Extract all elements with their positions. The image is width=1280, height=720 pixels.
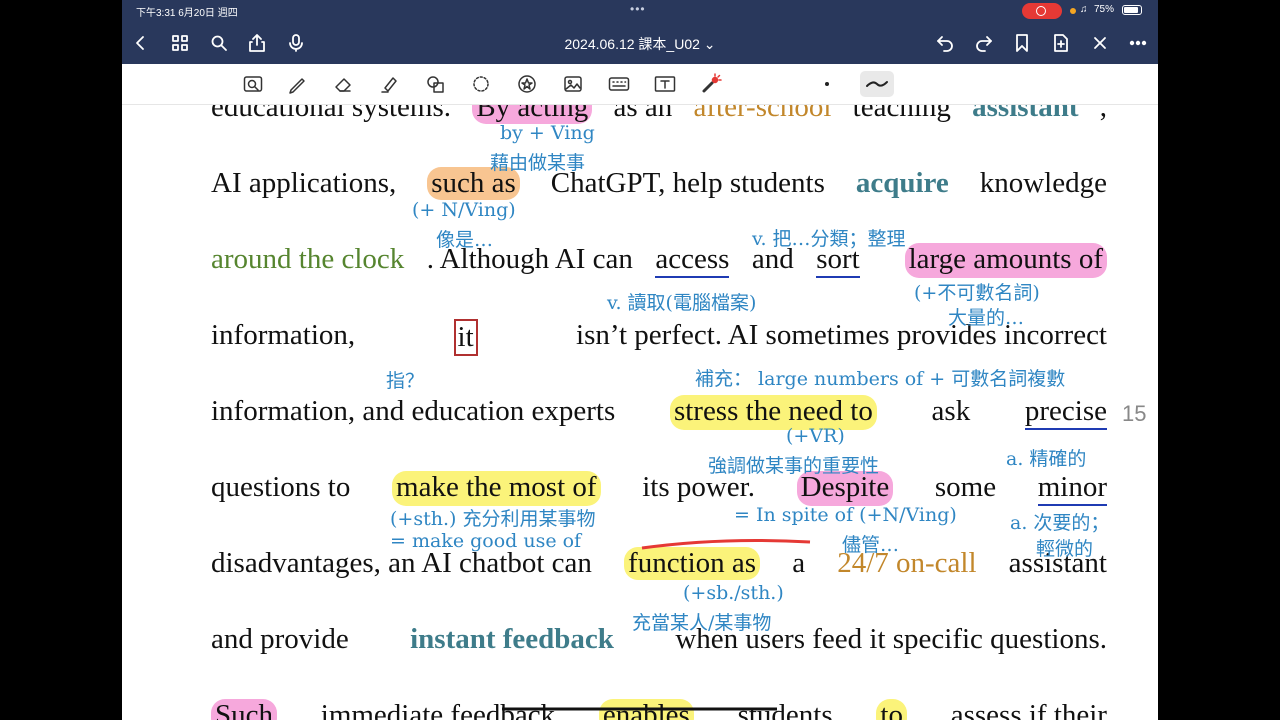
bookmark-icon[interactable] — [1009, 30, 1035, 56]
ipad-screen: 下午3:31 6月20日 週四 ••• ♫ 75% 2024.06.12 課本_… — [122, 0, 1158, 720]
annotation: v. 把…分類；整理 — [752, 228, 906, 250]
annotation: (+ N/Ving) — [412, 199, 516, 221]
document-page[interactable]: educational systems. By acting as an aft… — [122, 105, 1158, 720]
pen-tool-icon[interactable] — [284, 71, 310, 97]
mic-in-use-indicator-icon — [1070, 8, 1076, 14]
annotation: 儘管… — [842, 534, 900, 556]
more-options-icon[interactable] — [1125, 30, 1151, 56]
text-box-tool-icon[interactable] — [652, 71, 678, 97]
annotation: 強調做某事的重要性 — [708, 455, 880, 477]
stroke-style-selected-icon[interactable] — [860, 71, 894, 97]
image-tool-icon[interactable] — [560, 71, 586, 97]
highlighter-tool-icon[interactable] — [376, 71, 402, 97]
annotation: (+sth.) 充分利用某事物 — [390, 508, 596, 530]
keyboard-tool-icon[interactable] — [606, 71, 632, 97]
headphones-icon: ♫ — [1080, 4, 1088, 15]
annotation: 大量的… — [948, 307, 1025, 329]
add-page-icon[interactable] — [1048, 30, 1074, 56]
annotation: (+不可數名詞) — [914, 282, 1040, 304]
page-number: 15 — [1122, 401, 1147, 426]
lasso-tool-icon[interactable] — [468, 71, 494, 97]
annotation: a. 精確的 — [1006, 448, 1087, 470]
document-title[interactable]: 2024.06.12 課本_U02 ⌄ — [122, 34, 1158, 54]
annotation: 像是… — [436, 229, 494, 251]
red-ink-underline — [641, 538, 811, 550]
battery-percent: 75% — [1094, 4, 1115, 15]
annotation: = make good use of — [390, 530, 582, 552]
annotation: 藉由做某事 — [490, 152, 586, 174]
sticker-tool-icon[interactable] — [514, 71, 540, 97]
eraser-tool-icon[interactable] — [330, 71, 356, 97]
multitasking-dots-icon[interactable]: ••• — [630, 2, 646, 16]
zoom-window-icon[interactable] — [240, 71, 266, 97]
annotation: = In spite of (+N/Ving) — [734, 504, 957, 526]
annotation: 充當某人/某事物 — [632, 612, 772, 634]
annotation: (+VR) — [786, 425, 845, 447]
status-bar: 下午3:31 6月20日 週四 ••• ♫ 75% — [122, 0, 1158, 22]
close-icon[interactable] — [1087, 30, 1113, 56]
battery-icon — [1122, 5, 1142, 15]
annotation: a. 次要的； — [1010, 512, 1110, 534]
redo-icon[interactable] — [971, 30, 997, 56]
annotation: (+sb./sth.) — [683, 582, 784, 604]
annotation: by + Ving — [500, 122, 595, 144]
undo-icon[interactable] — [932, 30, 958, 56]
annotation: 指？ — [386, 370, 425, 392]
shapes-tool-icon[interactable] — [422, 71, 448, 97]
annotation: 補充： large numbers of + 可數名詞複數 — [695, 368, 1066, 390]
annotation-toolbar — [122, 64, 1158, 105]
pen-size-dot-icon[interactable] — [814, 71, 840, 97]
annotation: 輕微的 — [1036, 538, 1094, 560]
status-time: 下午3:31 6月20日 週四 — [136, 8, 238, 19]
laser-pointer-icon[interactable] — [698, 71, 724, 97]
screen-recording-icon[interactable] — [1022, 3, 1062, 19]
annotation: v. 讀取(電腦檔案) — [607, 292, 757, 314]
document-nav-bar: 2024.06.12 課本_U02 ⌄ — [122, 22, 1158, 64]
